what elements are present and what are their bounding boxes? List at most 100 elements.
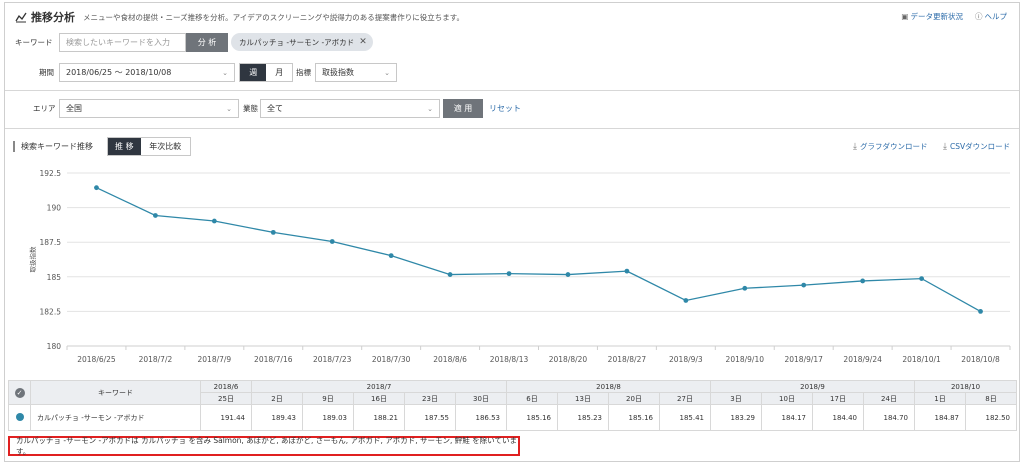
keyword-data-table: ✓ キーワード 2018/6 2018/7 2018/8 2018/9 2018/10 …	[8, 380, 1017, 431]
value-cell: 189.03	[302, 404, 354, 431]
value-cell: 185.16	[608, 404, 660, 431]
x-tick-label: 2018/9/10	[726, 355, 765, 364]
page-description: メニューや食材の提供・ニーズ推移を分析。アイデアのスクリーニングや説得力のある提…	[83, 12, 464, 22]
apply-button[interactable]: 適 用	[443, 99, 483, 118]
day-header: 17日	[812, 392, 864, 405]
header-links: ▣ データ更新状況 ⓘ ヘルプ	[901, 11, 1007, 22]
keyword-chip-label: カルパッチョ -サーモン -アボカド	[239, 37, 355, 47]
data-point	[860, 278, 866, 284]
table-row: カルパッチョ -サーモン -アボカド 191.44 189.43 189.03 188…	[8, 404, 1017, 431]
divider	[5, 90, 1019, 91]
check-circle-icon[interactable]: ✓	[14, 387, 25, 398]
value-cell: 185.16	[506, 404, 558, 431]
keyword-input[interactable]: 検索したいキーワードを入力	[59, 33, 186, 52]
industry-select[interactable]: 全て ⌄	[260, 99, 440, 118]
exclusion-note: カルパッチョ -サーモン -アボカドは カルパッチョ を含み Salmon, あ…	[8, 436, 520, 456]
table-month-row: ✓ キーワード 2018/6 2018/7 2018/8 2018/9 2018/10	[8, 380, 1017, 405]
x-tick-label: 2018/7/9	[198, 355, 232, 364]
value-cell: 191.44	[200, 404, 252, 431]
month-header: 2018/6	[200, 380, 252, 393]
period-select[interactable]: 2018/06/25 〜 2018/10/08 ⌄	[59, 63, 235, 82]
x-tick-label: 2018/7/23	[313, 355, 352, 364]
x-tick-label: 2018/7/16	[254, 355, 293, 364]
chart-section-title: 検索キーワード推移	[13, 141, 93, 152]
day-header: 13日	[557, 392, 609, 405]
value-cell: 188.21	[353, 404, 405, 431]
value-cell: 183.29	[710, 404, 762, 431]
month-button[interactable]: 月	[266, 64, 292, 81]
value-cell: 189.43	[251, 404, 303, 431]
day-header: 8日	[965, 392, 1017, 405]
close-icon[interactable]: ✕	[359, 37, 367, 47]
x-tick-label: 2018/8/13	[490, 355, 529, 364]
keyword-column-header: キーワード	[30, 380, 201, 405]
data-point	[153, 213, 158, 218]
day-header: 20日	[608, 392, 660, 405]
tab-trend[interactable]: 推 移	[108, 138, 141, 155]
data-point	[211, 218, 217, 224]
month-header: 2018/8	[506, 380, 711, 393]
keyword-label: キーワード	[15, 38, 53, 47]
data-point	[447, 272, 453, 277]
series-line	[96, 187, 981, 312]
area-label: エリア	[33, 104, 56, 113]
day-header: 1日	[914, 392, 966, 405]
trend-line-chart: 180 182.5 185 187.5 190 192.5 取扱指数 2018/6/25 201…	[28, 169, 1011, 364]
day-header: 16日	[353, 392, 405, 405]
data-point	[506, 271, 512, 277]
day-header: 30日	[455, 392, 507, 405]
keyword-chip: カルパッチョ -サーモン -アボカド ✕	[231, 33, 373, 51]
x-tick-label: 2018/10/1	[902, 355, 941, 364]
area-select[interactable]: 全国 ⌄	[59, 99, 239, 118]
month-header: 2018/10	[914, 380, 1017, 393]
chevron-down-icon: ⌄	[427, 104, 433, 113]
x-tick-label: 2018/10/8	[961, 355, 1000, 364]
download-icon: ⤓	[853, 141, 857, 152]
x-tick-label: 2018/8/6	[433, 355, 467, 364]
value-cell: 185.41	[659, 404, 711, 431]
y-tick-label: 182.5	[40, 307, 62, 316]
week-button[interactable]: 週	[240, 64, 267, 81]
day-header: 10日	[761, 392, 813, 405]
reset-link[interactable]: リセット	[489, 103, 521, 114]
trend-chart-icon	[15, 12, 27, 23]
x-tick-label: 2018/7/2	[139, 355, 173, 364]
help-link[interactable]: ⓘ ヘルプ	[975, 11, 1007, 22]
index-label: 指標	[296, 68, 311, 77]
value-cell: 187.55	[404, 404, 456, 431]
y-tick-label: 180	[47, 342, 62, 351]
keyword-cell: カルパッチョ -サーモン -アボカド	[30, 404, 201, 431]
tab-yoy[interactable]: 年次比較	[140, 138, 190, 155]
data-update-link[interactable]: ▣ データ更新状況	[901, 11, 963, 22]
help-icon: ⓘ	[975, 12, 983, 21]
download-icon: ⤓	[943, 141, 947, 152]
index-select[interactable]: 取扱指数 ⌄	[315, 63, 397, 82]
series-marker-cell[interactable]	[8, 404, 31, 431]
data-point	[978, 309, 983, 314]
data-point	[624, 268, 630, 274]
x-tick-label: 2018/9/3	[669, 355, 703, 364]
x-tick-label: 2018/9/17	[784, 355, 823, 364]
day-header: 2日	[251, 392, 303, 405]
x-tick-label: 2018/8/20	[549, 355, 588, 364]
industry-label: 業態	[243, 104, 258, 113]
analyze-button[interactable]: 分 析	[186, 33, 228, 52]
select-all-cell[interactable]: ✓	[8, 380, 31, 405]
data-point	[94, 185, 99, 191]
y-axis-label: 取扱指数	[28, 246, 37, 273]
day-header: 3日	[710, 392, 762, 405]
divider	[5, 128, 1019, 129]
x-tick-label: 2018/9/24	[843, 355, 882, 364]
chevron-down-icon: ⌄	[226, 104, 232, 113]
data-point	[565, 272, 571, 277]
y-tick-label: 192.5	[40, 169, 62, 178]
day-header: 23日	[404, 392, 456, 405]
data-point	[801, 282, 807, 288]
graph-download-link[interactable]: ⤓ グラフダウンロード	[853, 141, 927, 152]
data-point	[742, 285, 748, 291]
value-cell: 184.40	[812, 404, 864, 431]
month-header: 2018/7	[251, 380, 507, 393]
csv-download-link[interactable]: ⤓ CSVダウンロード	[943, 141, 1010, 152]
y-tick-label: 187.5	[40, 238, 62, 247]
period-label: 期間	[39, 68, 54, 77]
